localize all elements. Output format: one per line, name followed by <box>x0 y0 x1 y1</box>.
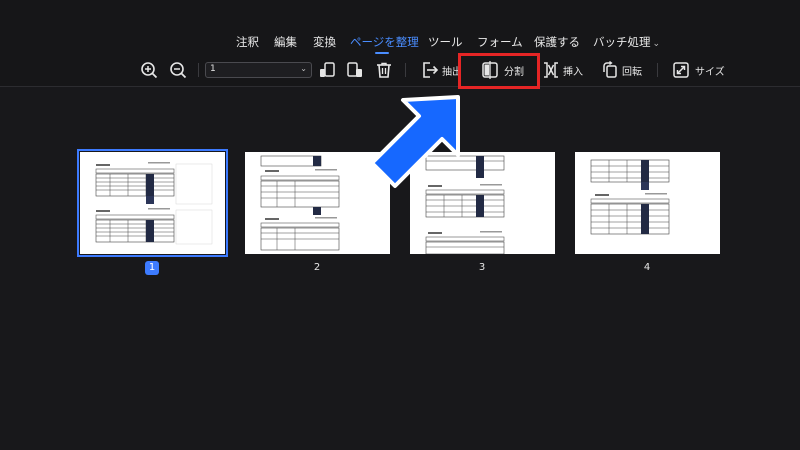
page-number-value: 1 <box>210 64 216 74</box>
page-number-label: 2 <box>313 262 321 273</box>
page-insert-left-icon <box>320 62 335 77</box>
split-highlight-box <box>458 53 540 89</box>
page-toolbar: 抽出 分割 挿入 回転 サイズ <box>0 57 800 83</box>
replace-page-button[interactable] <box>346 57 364 83</box>
rotate-button[interactable]: 回転 <box>601 57 642 83</box>
page-number-label: 4 <box>643 262 651 273</box>
menu-annotate[interactable]: 注釈 <box>236 34 259 50</box>
main-menu: 注釈 編集 変換 ページを整理 ツール フォーム 保護する バッチ処理 ⌄ <box>0 34 800 52</box>
zoom-in-icon <box>141 62 158 79</box>
menu-batch-label: バッチ処理 <box>593 35 651 49</box>
menu-batch[interactable]: バッチ処理 ⌄ <box>593 34 660 50</box>
resize-icon <box>673 62 689 78</box>
chevron-down-icon: ⌄ <box>652 39 661 49</box>
extract-button[interactable]: 抽出 <box>421 57 462 83</box>
page-number-select[interactable]: 1 ⌄ <box>205 62 312 78</box>
zoom-out-icon <box>170 62 187 79</box>
insert-button[interactable]: 挿入 <box>542 57 583 83</box>
page-thumbnail-4[interactable] <box>575 152 720 254</box>
page-number-label: 1 <box>145 261 159 275</box>
extract-icon <box>423 62 439 78</box>
size-button[interactable]: サイズ <box>672 57 725 83</box>
insert-icon <box>544 62 558 78</box>
page-thumbnail-1[interactable] <box>77 149 228 257</box>
page-number-label: 3 <box>478 262 486 273</box>
rotate-label: 回転 <box>622 66 642 78</box>
size-label: サイズ <box>695 66 725 78</box>
page-replace-icon <box>347 62 362 77</box>
toolbar-separator <box>657 63 658 77</box>
active-menu-indicator <box>375 52 389 54</box>
rotate-icon <box>603 61 617 78</box>
insert-page-before-button[interactable] <box>318 57 336 83</box>
trash-icon <box>377 62 391 78</box>
toolbar-separator <box>405 63 406 77</box>
chevron-down-icon: ⌄ <box>300 64 307 73</box>
menu-edit[interactable]: 編集 <box>274 34 297 50</box>
menu-tools[interactable]: ツール <box>428 34 463 50</box>
toolbar-separator <box>198 63 199 77</box>
menu-organize-pages[interactable]: ページを整理 <box>350 34 419 50</box>
zoom-in-button[interactable] <box>140 57 158 83</box>
menu-protect[interactable]: 保護する <box>534 34 580 50</box>
pointer-arrow-icon <box>370 95 460 188</box>
zoom-out-button[interactable] <box>169 57 187 83</box>
menu-convert[interactable]: 変換 <box>313 34 336 50</box>
top-toolbar-area: 注釈 編集 変換 ページを整理 ツール フォーム 保護する バッチ処理⌄ 抽出 <box>0 0 800 87</box>
delete-page-button[interactable] <box>375 57 393 83</box>
insert-label: 挿入 <box>563 66 583 78</box>
menu-forms[interactable]: フォーム <box>477 34 523 50</box>
